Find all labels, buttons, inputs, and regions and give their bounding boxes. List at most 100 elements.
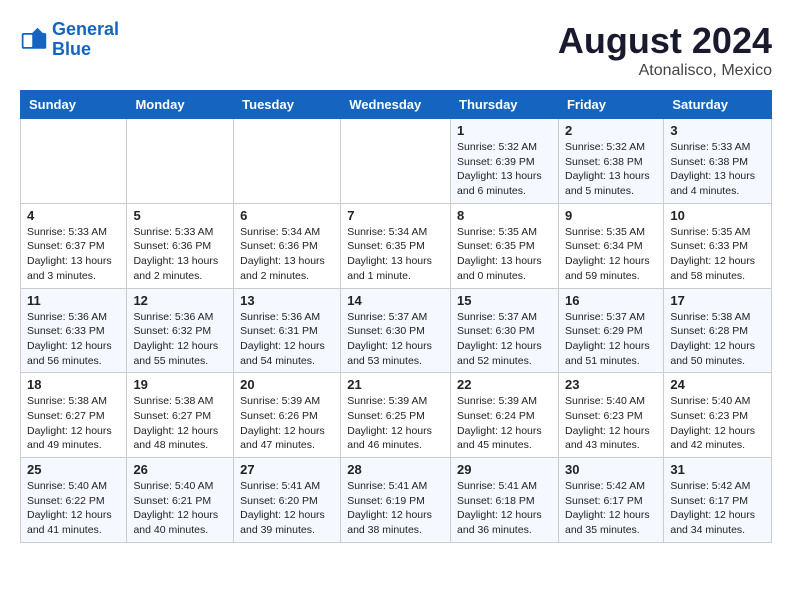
day-number: 11	[27, 293, 120, 308]
day-info: Sunrise: 5:38 AM Sunset: 6:27 PM Dayligh…	[133, 394, 227, 453]
day-info: Sunrise: 5:32 AM Sunset: 6:39 PM Dayligh…	[457, 140, 552, 199]
week-row-5: 25 Sunrise: 5:40 AM Sunset: 6:22 PM Dayli…	[21, 458, 772, 543]
week-row-2: 4 Sunrise: 5:33 AM Sunset: 6:37 PM Daylig…	[21, 203, 772, 288]
calendar-cell: 23Sunrise: 5:40 AM Sunset: 6:23 PM Dayli…	[558, 373, 663, 458]
page-header: General Blue August 2024 Atonalisco, Mex…	[20, 20, 772, 80]
day-number: 4	[27, 208, 120, 223]
day-info: Sunrise: 5:34 AM Sunset: 6:36 PM Dayligh…	[240, 225, 334, 284]
calendar-table: SundayMondayTuesdayWednesdayThursdayFrid…	[20, 90, 772, 543]
day-header-sunday: Sunday	[21, 91, 127, 119]
day-info: Sunrise: 5:37 AM Sunset: 6:30 PM Dayligh…	[347, 310, 444, 369]
day-number: 7	[347, 208, 444, 223]
calendar-cell: 21 Sunrise: 5:39 AM Sunset: 6:25 PM Dayli…	[341, 373, 451, 458]
calendar-cell: 5 Sunrise: 5:33 AM Sunset: 6:36 PM Daylig…	[127, 203, 234, 288]
day-number: 26	[133, 462, 227, 477]
day-header-friday: Friday	[558, 91, 663, 119]
day-info: Sunrise: 5:42 AM Sunset: 6:17 PM Dayligh…	[670, 479, 765, 538]
day-header-saturday: Saturday	[664, 91, 772, 119]
day-number: 13	[240, 293, 334, 308]
calendar-cell: 27 Sunrise: 5:41 AM Sunset: 6:20 PM Dayli…	[234, 458, 341, 543]
day-number: 9	[565, 208, 657, 223]
week-row-4: 18 Sunrise: 5:38 AM Sunset: 6:27 PM Dayli…	[21, 373, 772, 458]
logo-line1: General	[52, 19, 119, 39]
day-info: Sunrise: 5:33 AM Sunset: 6:38 PM Dayligh…	[670, 140, 765, 199]
logo-icon	[20, 26, 48, 54]
calendar-cell: 6 Sunrise: 5:34 AM Sunset: 6:36 PM Daylig…	[234, 203, 341, 288]
day-info: Sunrise: 5:39 AM Sunset: 6:25 PM Dayligh…	[347, 394, 444, 453]
day-info: Sunrise: 5:35 AM Sunset: 6:34 PM Dayligh…	[565, 225, 657, 284]
week-row-3: 11 Sunrise: 5:36 AM Sunset: 6:33 PM Dayli…	[21, 288, 772, 373]
day-number: 25	[27, 462, 120, 477]
day-number: 5	[133, 208, 227, 223]
day-number: 20	[240, 377, 334, 392]
calendar-cell: 26 Sunrise: 5:40 AM Sunset: 6:21 PM Dayli…	[127, 458, 234, 543]
day-number: 27	[240, 462, 334, 477]
day-info: Sunrise: 5:39 AM Sunset: 6:24 PM Dayligh…	[457, 394, 552, 453]
calendar-cell: 9 Sunrise: 5:35 AM Sunset: 6:34 PM Daylig…	[558, 203, 663, 288]
day-info: Sunrise: 5:38 AM Sunset: 6:28 PM Dayligh…	[670, 310, 765, 369]
calendar-cell: 1 Sunrise: 5:32 AM Sunset: 6:39 PM Daylig…	[451, 119, 559, 204]
day-number: 30	[565, 462, 657, 477]
day-number: 17	[670, 293, 765, 308]
day-info: Sunrise: 5:36 AM Sunset: 6:33 PM Dayligh…	[27, 310, 120, 369]
calendar-cell: 13 Sunrise: 5:36 AM Sunset: 6:31 PM Dayli…	[234, 288, 341, 373]
calendar-cell: 29 Sunrise: 5:41 AM Sunset: 6:18 PM Dayli…	[451, 458, 559, 543]
calendar-cell: 25 Sunrise: 5:40 AM Sunset: 6:22 PM Dayli…	[21, 458, 127, 543]
location: Atonalisco, Mexico	[558, 62, 772, 80]
calendar-cell	[127, 119, 234, 204]
day-number: 18	[27, 377, 120, 392]
day-number: 21	[347, 377, 444, 392]
day-number: 15	[457, 293, 552, 308]
calendar-cell: 11 Sunrise: 5:36 AM Sunset: 6:33 PM Dayli…	[21, 288, 127, 373]
day-number: 1	[457, 123, 552, 138]
calendar-cell: 15 Sunrise: 5:37 AM Sunset: 6:30 PM Dayli…	[451, 288, 559, 373]
day-info: Sunrise: 5:38 AM Sunset: 6:27 PM Dayligh…	[27, 394, 120, 453]
day-info: Sunrise: 5:41 AM Sunset: 6:18 PM Dayligh…	[457, 479, 552, 538]
calendar-cell: 14Sunrise: 5:37 AM Sunset: 6:30 PM Dayli…	[341, 288, 451, 373]
day-number: 28	[347, 462, 444, 477]
day-number: 16	[565, 293, 657, 308]
day-info: Sunrise: 5:41 AM Sunset: 6:20 PM Dayligh…	[240, 479, 334, 538]
day-info: Sunrise: 5:41 AM Sunset: 6:19 PM Dayligh…	[347, 479, 444, 538]
calendar-cell: 4 Sunrise: 5:33 AM Sunset: 6:37 PM Daylig…	[21, 203, 127, 288]
title-section: August 2024 Atonalisco, Mexico	[558, 20, 772, 80]
day-info: Sunrise: 5:33 AM Sunset: 6:37 PM Dayligh…	[27, 225, 120, 284]
calendar-cell: 20Sunrise: 5:39 AM Sunset: 6:26 PM Dayli…	[234, 373, 341, 458]
day-info: Sunrise: 5:33 AM Sunset: 6:36 PM Dayligh…	[133, 225, 227, 284]
day-number: 6	[240, 208, 334, 223]
day-number: 29	[457, 462, 552, 477]
day-info: Sunrise: 5:32 AM Sunset: 6:38 PM Dayligh…	[565, 140, 657, 199]
day-number: 24	[670, 377, 765, 392]
calendar-cell: 16 Sunrise: 5:37 AM Sunset: 6:29 PM Dayli…	[558, 288, 663, 373]
calendar-cell	[341, 119, 451, 204]
calendar-cell: 31 Sunrise: 5:42 AM Sunset: 6:17 PM Dayli…	[664, 458, 772, 543]
day-number: 31	[670, 462, 765, 477]
day-info: Sunrise: 5:40 AM Sunset: 6:23 PM Dayligh…	[565, 394, 657, 453]
calendar-cell: 18 Sunrise: 5:38 AM Sunset: 6:27 PM Dayli…	[21, 373, 127, 458]
day-number: 3	[670, 123, 765, 138]
calendar-cell: 8Sunrise: 5:35 AM Sunset: 6:35 PM Daylig…	[451, 203, 559, 288]
day-info: Sunrise: 5:37 AM Sunset: 6:29 PM Dayligh…	[565, 310, 657, 369]
day-info: Sunrise: 5:40 AM Sunset: 6:22 PM Dayligh…	[27, 479, 120, 538]
calendar-cell: 24Sunrise: 5:40 AM Sunset: 6:23 PM Dayli…	[664, 373, 772, 458]
month-year: August 2024	[558, 20, 772, 62]
day-info: Sunrise: 5:36 AM Sunset: 6:32 PM Dayligh…	[133, 310, 227, 369]
day-info: Sunrise: 5:40 AM Sunset: 6:21 PM Dayligh…	[133, 479, 227, 538]
day-number: 10	[670, 208, 765, 223]
day-number: 2	[565, 123, 657, 138]
day-info: Sunrise: 5:37 AM Sunset: 6:30 PM Dayligh…	[457, 310, 552, 369]
calendar-cell: 30Sunrise: 5:42 AM Sunset: 6:17 PM Dayli…	[558, 458, 663, 543]
logo-text: General Blue	[52, 20, 119, 60]
calendar-cell: 10 Sunrise: 5:35 AM Sunset: 6:33 PM Dayli…	[664, 203, 772, 288]
day-number: 12	[133, 293, 227, 308]
day-info: Sunrise: 5:35 AM Sunset: 6:33 PM Dayligh…	[670, 225, 765, 284]
calendar-cell: 19Sunrise: 5:38 AM Sunset: 6:27 PM Dayli…	[127, 373, 234, 458]
calendar-cell: 7 Sunrise: 5:34 AM Sunset: 6:35 PM Daylig…	[341, 203, 451, 288]
day-info: Sunrise: 5:36 AM Sunset: 6:31 PM Dayligh…	[240, 310, 334, 369]
day-info: Sunrise: 5:34 AM Sunset: 6:35 PM Dayligh…	[347, 225, 444, 284]
day-info: Sunrise: 5:35 AM Sunset: 6:35 PM Dayligh…	[457, 225, 552, 284]
day-header-wednesday: Wednesday	[341, 91, 451, 119]
week-row-1: 1 Sunrise: 5:32 AM Sunset: 6:39 PM Daylig…	[21, 119, 772, 204]
day-header-monday: Monday	[127, 91, 234, 119]
logo-line2: Blue	[52, 39, 91, 59]
